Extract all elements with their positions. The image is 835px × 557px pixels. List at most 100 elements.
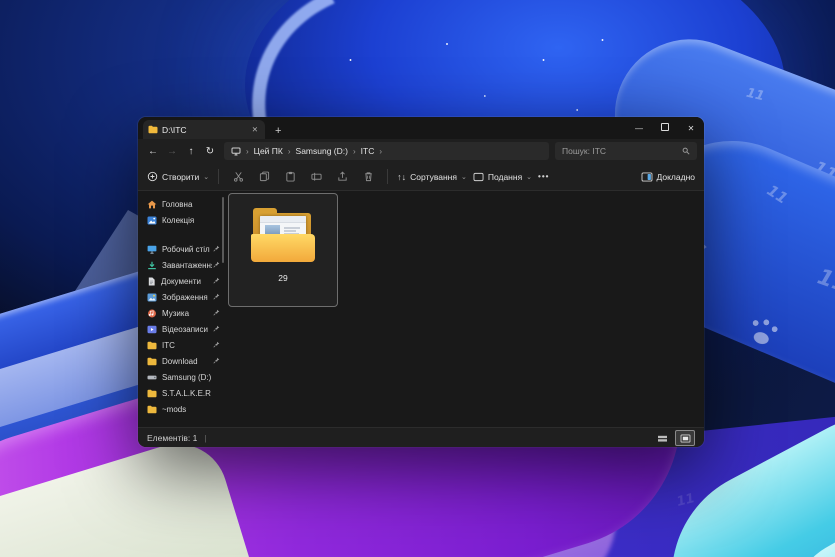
status-bar: Елементів: 1 | (138, 427, 704, 447)
plus-circle-icon (147, 171, 158, 182)
tab-strip: D:\ITC ✕ + — ✕ (138, 117, 704, 139)
sort-button-label: Сортування (410, 172, 457, 182)
preview-line (284, 227, 300, 229)
window-controls: — ✕ (626, 117, 704, 139)
sidebar-item-label: ITC (162, 341, 212, 350)
copy-icon (259, 171, 270, 182)
sidebar-item-label: S.T.A.L.K.E.R 2 H (162, 389, 212, 398)
pin-icon (213, 357, 220, 364)
sidebar-item-mods[interactable]: ~mods (138, 401, 225, 417)
search-icon (682, 147, 690, 155)
pin-icon (213, 277, 220, 284)
breadcrumb-chevron-icon: › (379, 147, 382, 156)
refresh-button[interactable]: ↻ (202, 146, 218, 157)
sidebar-item-downloads[interactable]: Завантаження (138, 257, 225, 273)
details-view-toggle[interactable] (653, 431, 671, 445)
items-count: Елементів: 1 (147, 433, 197, 443)
sidebar-item-gallery[interactable]: Колекція (138, 212, 225, 228)
sidebar-item-label: Музика (162, 309, 212, 318)
sidebar-item-label: Документи (161, 277, 211, 286)
sidebar-item-documents[interactable]: Документи (138, 273, 225, 289)
rename-button[interactable] (306, 171, 326, 182)
minimize-button[interactable]: — (626, 124, 652, 133)
cut-icon (233, 171, 244, 182)
navigation-pane: Головна Колекція Робочий стіл Завантажен… (138, 191, 225, 427)
folder-front (251, 234, 315, 262)
folder-thumbnail-icon (251, 208, 315, 262)
pin-icon (213, 325, 220, 332)
close-button[interactable]: ✕ (678, 124, 704, 133)
folder-icon (147, 405, 157, 414)
back-button[interactable]: ← (145, 146, 161, 157)
status-divider: | (204, 433, 206, 443)
copy-button[interactable] (254, 171, 274, 182)
tab-close-icon[interactable]: ✕ (250, 125, 260, 134)
sidebar-item-label: ~mods (162, 405, 212, 414)
pin-icon (213, 245, 220, 252)
breadcrumb-chevron-icon: › (353, 147, 356, 156)
chevron-down-icon: ⌄ (526, 173, 532, 181)
sidebar-item-drive-d[interactable]: Samsung (D:) (138, 369, 225, 385)
breadcrumb-item-drive[interactable]: Samsung (D:) (296, 146, 348, 156)
explorer-tab[interactable]: D:\ITC ✕ (143, 120, 265, 139)
downloads-icon (147, 261, 157, 270)
breadcrumb-item-folder[interactable]: ITC (361, 146, 375, 156)
sidebar-item-label: Робочий стіл (162, 245, 212, 254)
wallpaper-11-digit: 11 (764, 181, 791, 207)
sidebar-item-pictures[interactable]: Зображення (138, 289, 225, 305)
share-icon (337, 171, 348, 182)
folder-icon (147, 341, 157, 350)
rename-icon (311, 171, 322, 182)
forward-button[interactable]: → (164, 146, 180, 157)
wallpaper-11-digit: 11 (814, 265, 835, 299)
thumbnail-view-toggle[interactable] (675, 430, 695, 446)
new-button[interactable]: Створити ⌄ (147, 171, 209, 182)
folder-icon (147, 389, 157, 398)
see-more-button[interactable]: ••• (538, 172, 549, 181)
details-pane-button[interactable]: Докладно (641, 172, 695, 182)
up-button[interactable]: ↑ (183, 146, 199, 157)
sidebar-item-label: Зображення (162, 293, 212, 302)
sidebar-item-home[interactable]: Головна (138, 196, 225, 212)
chevron-down-icon: ⌄ (203, 173, 209, 181)
gallery-icon (147, 216, 157, 225)
view-button[interactable]: Подання ⌄ (473, 172, 532, 182)
desktop: 11 11 11 11 11 11 11 11 11 11 D:\ITC ✕ + (0, 0, 835, 557)
drive-icon (147, 373, 157, 382)
sidebar-item-stalker[interactable]: S.T.A.L.K.E.R 2 H (138, 385, 225, 401)
documents-icon (147, 277, 156, 286)
sidebar-item-itc[interactable]: ITC (138, 337, 225, 353)
maximize-icon (661, 123, 669, 131)
sort-arrows-icon: ↑↓ (397, 172, 406, 182)
music-icon (147, 309, 157, 318)
address-bar: ← → ↑ ↻ › Цей ПК › Samsung (D:) › ITC › … (138, 139, 704, 163)
toolbar-separator (218, 169, 219, 184)
search-input[interactable]: Пошук: ITC (555, 142, 697, 160)
view-toggles (653, 430, 695, 446)
chevron-down-icon: ⌄ (461, 173, 467, 181)
sidebar-scrollbar[interactable] (222, 197, 224, 263)
delete-button[interactable] (358, 171, 378, 182)
details-pane-label: Докладно (657, 172, 695, 182)
maximize-button[interactable] (652, 123, 678, 133)
share-button[interactable] (332, 171, 352, 182)
cut-button[interactable] (228, 171, 248, 182)
details-view-icon (657, 434, 668, 443)
thumbnail-view-icon (680, 434, 691, 443)
sort-button[interactable]: ↑↓ Сортування ⌄ (397, 172, 467, 182)
breadcrumb[interactable]: › Цей ПК › Samsung (D:) › ITC › (224, 142, 549, 160)
tab-title: D:\ITC (162, 125, 246, 135)
desktop-icon (147, 245, 157, 254)
file-list[interactable]: 29 (225, 191, 704, 427)
sidebar-item-desktop[interactable]: Робочий стіл (138, 241, 225, 257)
paste-button[interactable] (280, 171, 300, 182)
breadcrumb-item-this-pc[interactable]: Цей ПК (254, 146, 283, 156)
sidebar-item-music[interactable]: Музика (138, 305, 225, 321)
pin-icon (213, 261, 220, 268)
sidebar-item-videos[interactable]: Відеозаписи (138, 321, 225, 337)
file-item-folder-29[interactable]: 29 (228, 193, 338, 307)
folder-icon (147, 357, 157, 366)
new-tab-button[interactable]: + (275, 125, 281, 139)
sidebar-item-download[interactable]: Download (138, 353, 225, 369)
sidebar-gap (138, 228, 225, 241)
